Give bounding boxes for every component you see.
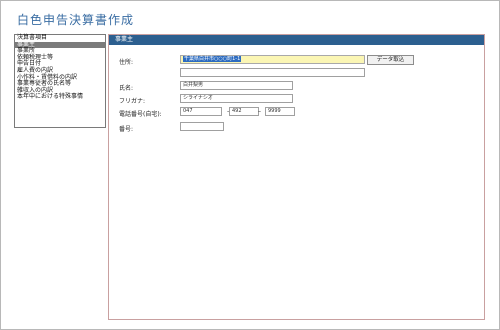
phone-part1-field[interactable]: 047 [180,107,222,116]
phone-separator-2: – [258,108,261,115]
data-import-button[interactable]: データ取込 [367,55,414,65]
name-label: 氏名: [119,85,134,92]
address-line1-field[interactable]: 千葉県白井市○○○町1-1 [180,55,365,64]
furigana-field[interactable]: シライナシオ [180,94,293,103]
name-field[interactable]: 白井梨男 [180,81,293,90]
address-line1-value: 千葉県白井市○○○町1-1 [183,56,242,62]
phone-part2-field[interactable]: 492 [229,107,259,116]
window-title: 白色申告決算書作成 [17,13,135,27]
furigana-label: フリガナ: [119,98,146,105]
sidebar-item-tokushu-jijo[interactable]: 本年中における特殊事情 [15,94,105,101]
sidebar-list[interactable]: 決算書項目 事業主 事業所 依頼税理士等 申告日付 雇人費の内訳 小作料・賃借料… [14,34,106,128]
phone-label: 電話番号(自宅): [119,111,162,118]
main-window: 白色申告決算書作成 決算書項目 事業主 事業所 依頼税理士等 申告日付 雇人費の… [0,0,500,330]
address-line2-field[interactable] [180,68,365,77]
number-field[interactable] [180,122,224,131]
phone-part3-field[interactable]: 9999 [265,107,295,116]
number-label: 番号: [119,126,134,133]
panel-header: 事業主 [109,35,484,45]
form-panel: 事業主 住所: 千葉県白井市○○○町1-1 データ取込 氏名: 白井梨男 フリガ… [108,34,485,320]
address-label: 住所: [119,59,134,66]
